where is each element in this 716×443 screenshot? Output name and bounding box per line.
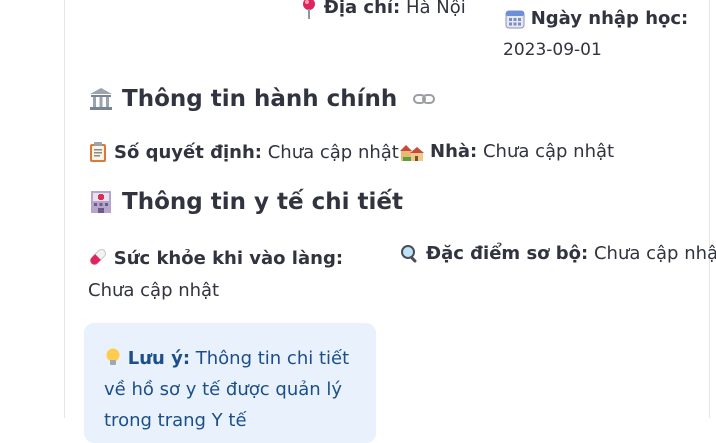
decision-field: Số quyết định: Chưa cập nhật (88, 141, 399, 163)
link-icon[interactable] (413, 92, 436, 106)
note-text: Lưu ý: Thông tin chi tiết về hồ sơ y tế … (104, 343, 366, 436)
admin-section-heading: Thông tin hành chính (88, 86, 436, 112)
enrollment-label-row: Ngày nhập học: (505, 8, 688, 29)
preliminary-label: Đặc điểm sơ bộ: (426, 243, 589, 264)
pill-icon (88, 247, 108, 267)
preliminary-value: Chưa cập nhật (593, 243, 716, 264)
health-label: Sức khỏe khi vào làng: (113, 248, 344, 269)
note-label: Lưu ý: (127, 348, 191, 369)
calendar-icon (505, 9, 525, 29)
address-label: Địa chỉ: (323, 0, 401, 18)
house-field: Nhà: Chưa cập nhật (400, 141, 614, 162)
admin-section-title: Thông tin hành chính (122, 86, 398, 112)
house-label: Nhà: (430, 141, 478, 162)
panel-left-border (64, 0, 65, 418)
hospital-icon (88, 189, 114, 215)
health-value: Chưa cập nhật (88, 280, 220, 301)
info-note: Lưu ý: Thông tin chi tiết về hồ sơ y tế … (84, 323, 376, 443)
medical-section-title: Thông tin y tế chi tiết (122, 189, 403, 215)
magnifier-icon (400, 244, 420, 264)
decision-value: Chưa cập nhật (267, 141, 399, 163)
health-field: Sức khỏe khi vào làng: Chưa cập nhật (88, 243, 373, 307)
panel-right-border (709, 0, 710, 418)
classical-building-icon (88, 86, 114, 112)
lightbulb-icon (104, 347, 122, 367)
enrollment-value: 2023-09-01 (503, 40, 602, 60)
decision-label: Số quyết định: (114, 141, 262, 163)
medical-section-heading: Thông tin y tế chi tiết (88, 189, 403, 215)
houses-icon (400, 142, 424, 162)
preliminary-field: Đặc điểm sơ bộ: Chưa cập nhật (400, 243, 716, 264)
house-value: Chưa cập nhật (482, 141, 615, 162)
address-value: Hà Nội (406, 0, 466, 18)
address-field: Địa chỉ: Hà Nội (300, 0, 466, 19)
enrollment-label: Ngày nhập học: (530, 8, 689, 29)
clipboard-icon (88, 141, 108, 163)
pin-icon (300, 0, 318, 19)
